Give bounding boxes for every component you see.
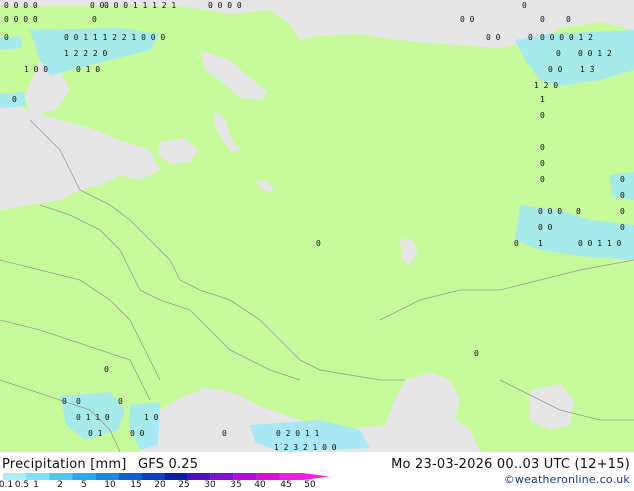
precip-value-label: 1 bbox=[538, 239, 543, 248]
scale-segment bbox=[164, 473, 188, 480]
precip-value-label: 0 2 0 1 1 bbox=[276, 429, 320, 438]
precip-value-label: 0 0 1 2 bbox=[578, 49, 612, 58]
precip-value-label: 0 0 bbox=[460, 15, 475, 24]
scale-tick-label: 0.5 bbox=[14, 480, 30, 490]
scale-segment bbox=[256, 473, 280, 480]
precip-value-label: 0 bbox=[4, 33, 9, 42]
scale-tick-label: 2 bbox=[57, 480, 63, 490]
scale-tick-label: 40 bbox=[254, 480, 266, 490]
scale-tick-label: 15 bbox=[130, 480, 142, 490]
scale-tick-label: 50 bbox=[304, 480, 316, 490]
precip-value-label: 0 bbox=[540, 111, 545, 120]
model-name: GFS 0.25 bbox=[138, 457, 199, 472]
precip-value-label: 0 0 0 1 1 1 2 1 bbox=[104, 1, 176, 10]
precip-value-label: 0 bbox=[12, 95, 17, 104]
precip-value-label: 0 bbox=[566, 15, 571, 24]
precip-value-label: 1 0 0 bbox=[24, 65, 48, 74]
precip-value-label: 0 bbox=[540, 159, 545, 168]
precip-value-label: 0 bbox=[528, 33, 533, 42]
precip-value-label: 0 bbox=[620, 191, 625, 200]
scale-segment bbox=[141, 473, 165, 480]
precip-value-label: 0 bbox=[540, 15, 545, 24]
precipitation-map: 0 0 0 00 00 0 0 1 1 1 2 10 0 0 000 0 0 0… bbox=[0, 0, 634, 452]
precip-value-label: 1 0 bbox=[144, 413, 159, 422]
scale-segment bbox=[233, 473, 257, 480]
scale-arrow bbox=[303, 473, 329, 480]
precip-value-label: 0 0 0 bbox=[538, 207, 562, 216]
precip-value-label: 0 bbox=[620, 175, 625, 184]
precip-value-label: 0 0 bbox=[538, 223, 553, 232]
precip-value-label: 1 bbox=[540, 95, 545, 104]
precip-value-label: 0 bbox=[474, 349, 479, 358]
precip-value-label: 0 1 1 0 bbox=[76, 413, 110, 422]
scale-segment bbox=[118, 473, 142, 480]
scale-tick-label: 35 bbox=[230, 480, 242, 490]
precip-value-label: 1 2 3 2 1 0 0 bbox=[274, 443, 337, 452]
precip-value-label: 0 bbox=[556, 49, 561, 58]
precip-value-label: 0 0 0 0 bbox=[4, 15, 38, 24]
precip-value-label: 0 0 0 0 bbox=[208, 1, 242, 10]
precip-value-label: 0 bbox=[62, 397, 67, 406]
scale-tick-label: 0.1 bbox=[0, 480, 14, 490]
precip-value-label: 0 bbox=[76, 397, 81, 406]
precip-value-label: 0 bbox=[620, 223, 625, 232]
precip-value-label: 0 0 bbox=[130, 429, 145, 438]
precip-value-label: 0 1 0 bbox=[76, 65, 100, 74]
scale-tick-label: 25 bbox=[178, 480, 190, 490]
precip-value-label: 0 0 bbox=[548, 65, 563, 74]
legend-footer: Precipitation [mm] GFS 0.25 Mo 23-03-202… bbox=[0, 452, 634, 490]
color-scale-bar bbox=[3, 473, 329, 480]
scale-tick-label: 45 bbox=[280, 480, 292, 490]
precip-value-label: 1 2 0 bbox=[534, 81, 558, 90]
precip-value-label: 0 0 1 1 0 bbox=[578, 239, 622, 248]
precip-value-label: 0 bbox=[540, 175, 545, 184]
precip-value-label: 0 bbox=[316, 239, 321, 248]
scale-segment bbox=[210, 473, 234, 480]
precip-value-label: 0 bbox=[222, 429, 227, 438]
precip-value-label: 0 bbox=[576, 207, 581, 216]
scale-segment bbox=[95, 473, 119, 480]
valid-time: Mo 23-03-2026 00..03 UTC (12+15) bbox=[391, 457, 630, 472]
precip-value-label: 0 bbox=[118, 397, 123, 406]
precip-value-label: 0 bbox=[104, 365, 109, 374]
scale-segment bbox=[279, 473, 303, 480]
scale-tick-label: 30 bbox=[204, 480, 216, 490]
scale-segment bbox=[72, 473, 96, 480]
precip-value-label: 0 bbox=[540, 143, 545, 152]
precip-value-label: 0 0 0 0 bbox=[4, 1, 38, 10]
precip-value-label: 0 bbox=[522, 1, 527, 10]
scale-tick-label: 1 bbox=[33, 480, 39, 490]
scale-segment bbox=[26, 473, 50, 480]
precip-value-label: 0 0 bbox=[486, 33, 501, 42]
precip-value-label: 0 0 bbox=[90, 1, 105, 10]
precip-value-label: 0 bbox=[92, 15, 97, 24]
scale-tick-label: 5 bbox=[81, 480, 87, 490]
map-canvas: 0 0 0 00 00 0 0 1 1 1 2 10 0 0 0 00 0 0 0… bbox=[0, 0, 634, 452]
scale-tick-label: 20 bbox=[154, 480, 166, 490]
precip-value-label: 0 bbox=[620, 207, 625, 216]
precip-value-label: 0 bbox=[514, 239, 519, 248]
precip-value-label: 0 1 bbox=[88, 429, 103, 438]
precip-value-label: 0 0 0 0 1 2 bbox=[540, 33, 593, 42]
precip-value-label: 0 0 1 1 1 2 2 1 0 0 0 bbox=[64, 33, 165, 42]
credit-link[interactable]: ©weatheronline.co.uk bbox=[504, 473, 630, 486]
scale-segment bbox=[49, 473, 73, 480]
scale-segment bbox=[3, 473, 27, 480]
scale-tick-label: 10 bbox=[104, 480, 116, 490]
precip-value-label: 1 3 bbox=[580, 65, 595, 74]
precip-value-label: 1 2 2 2 0 bbox=[64, 49, 108, 58]
legend-title: Precipitation [mm] bbox=[2, 457, 127, 472]
scale-segment bbox=[187, 473, 211, 480]
